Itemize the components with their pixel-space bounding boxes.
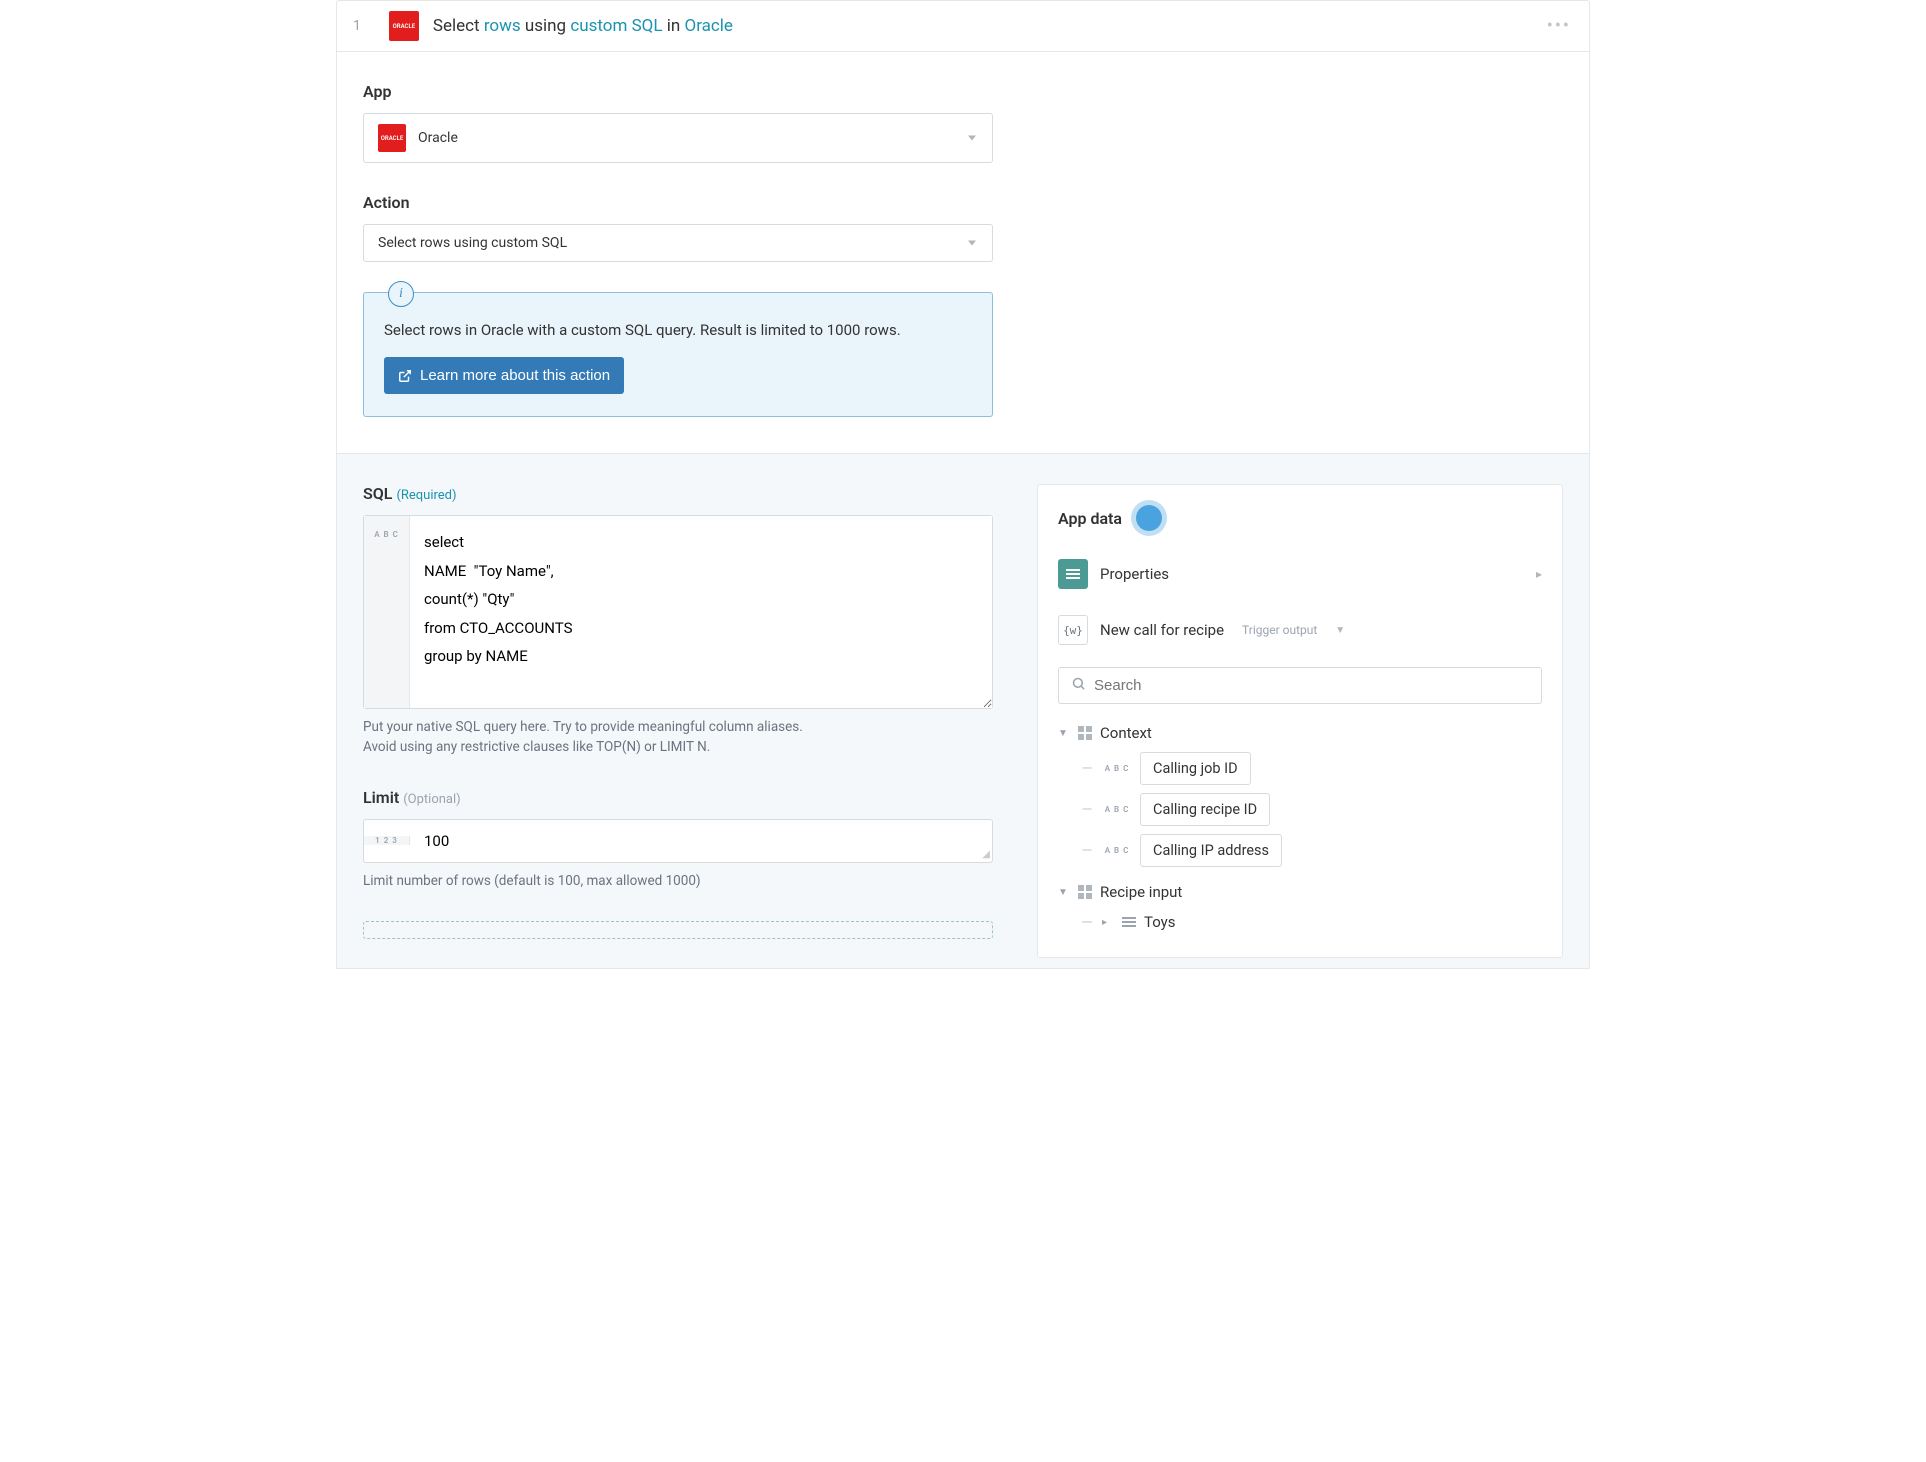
text-type-icon: A B C [1104,805,1130,814]
info-text: Select rows in Oracle with a custom SQL … [384,321,972,339]
chevron-down-icon[interactable]: ▼ [1335,625,1345,636]
app-select[interactable]: ORACLE Oracle [363,113,993,163]
step-number: 1 [353,18,361,34]
sql-label: SQL (Required) [363,484,993,503]
rows-link[interactable]: rows [484,16,521,36]
info-icon: i [388,281,414,307]
chevron-down-icon [968,136,976,141]
info-banner: i Select rows in Oracle with a custom SQ… [363,292,993,417]
pulse-icon [1136,505,1162,531]
text-type-icon: A B C [1104,846,1130,855]
list-icon [1058,559,1088,589]
more-options-icon[interactable]: ••• [1547,16,1571,37]
toys-item[interactable]: — ▸ Toys [1058,907,1542,937]
custom-sql-link[interactable]: custom SQL [570,16,662,36]
dash-icon: — [1080,802,1094,818]
oracle-app-icon: ORACLE [378,124,406,152]
properties-row[interactable]: Properties ▸ [1058,551,1542,597]
recipe-call-row[interactable]: {w} New call for recipe Trigger output ▼ [1058,607,1542,653]
action-select-value: Select rows using custom SQL [378,235,567,251]
expand-icon[interactable]: ▸ [1102,917,1114,928]
action-label: Action [363,193,1563,212]
dash-icon: — [1080,913,1094,931]
app-select-value: Oracle [418,130,458,146]
text-type-icon: A B C [1104,764,1130,773]
limit-input[interactable] [410,820,980,862]
required-badge: (Required) [396,488,456,503]
action-select[interactable]: Select rows using custom SQL [363,224,993,262]
datapill-calling-ip-address[interactable]: Calling IP address [1140,834,1282,867]
object-icon [1078,726,1092,740]
limit-input-wrap: 1 2 3 ◢ [363,819,993,863]
step-header[interactable]: 1 ORACLE Select rows using custom SQL in… [336,0,1590,52]
search-icon [1071,676,1086,695]
drop-zone[interactable] [363,921,993,939]
pill-row: — A B C Calling job ID [1058,748,1542,789]
chevron-right-icon: ▸ [1536,567,1542,581]
dash-icon: — [1080,843,1094,859]
trigger-output-label: Trigger output [1242,623,1317,637]
oracle-app-icon: ORACLE [389,11,419,41]
list-icon [1122,917,1136,927]
pill-row: — A B C Calling IP address [1058,830,1542,871]
learn-more-button[interactable]: Learn more about this action [384,357,624,394]
datapill-calling-recipe-id[interactable]: Calling recipe ID [1140,793,1270,826]
collapse-icon[interactable]: ▼ [1058,887,1070,898]
limit-label: Limit (Optional) [363,788,993,807]
optional-badge: (Optional) [403,792,460,807]
context-group[interactable]: ▼ Context [1058,718,1542,748]
workato-icon: {w} [1058,615,1088,645]
search-box[interactable] [1058,667,1542,704]
fields-section: SQL (Required) A B C Put your native SQL… [336,454,1590,969]
datapill-calling-job-id[interactable]: Calling job ID [1140,752,1251,785]
app-label: App [363,82,1563,101]
config-section: App ORACLE Oracle Action Select rows usi… [336,52,1590,454]
sql-textarea[interactable] [410,516,992,708]
step-title: Select rows using custom SQL in Oracle [433,16,733,36]
oracle-link[interactable]: Oracle [685,16,733,36]
app-data-panel: App data Properties ▸ {w} New call for r… [1037,484,1563,958]
external-link-icon [398,369,412,383]
recipe-input-group[interactable]: ▼ Recipe input [1058,877,1542,907]
text-type-icon: A B C [364,516,410,708]
app-data-title: App data [1058,509,1122,528]
sql-helper: Put your native SQL query here. Try to p… [363,717,993,758]
limit-helper: Limit number of rows (default is 100, ma… [363,871,993,891]
pill-row: — A B C Calling recipe ID [1058,789,1542,830]
resize-handle-icon[interactable]: ◢ [980,847,992,862]
object-icon [1078,885,1092,899]
collapse-icon[interactable]: ▼ [1058,728,1070,739]
number-type-icon: 1 2 3 [364,836,410,845]
search-input[interactable] [1094,677,1529,694]
chevron-down-icon [968,241,976,246]
dash-icon: — [1080,761,1094,777]
sql-input-wrap: A B C [363,515,993,709]
